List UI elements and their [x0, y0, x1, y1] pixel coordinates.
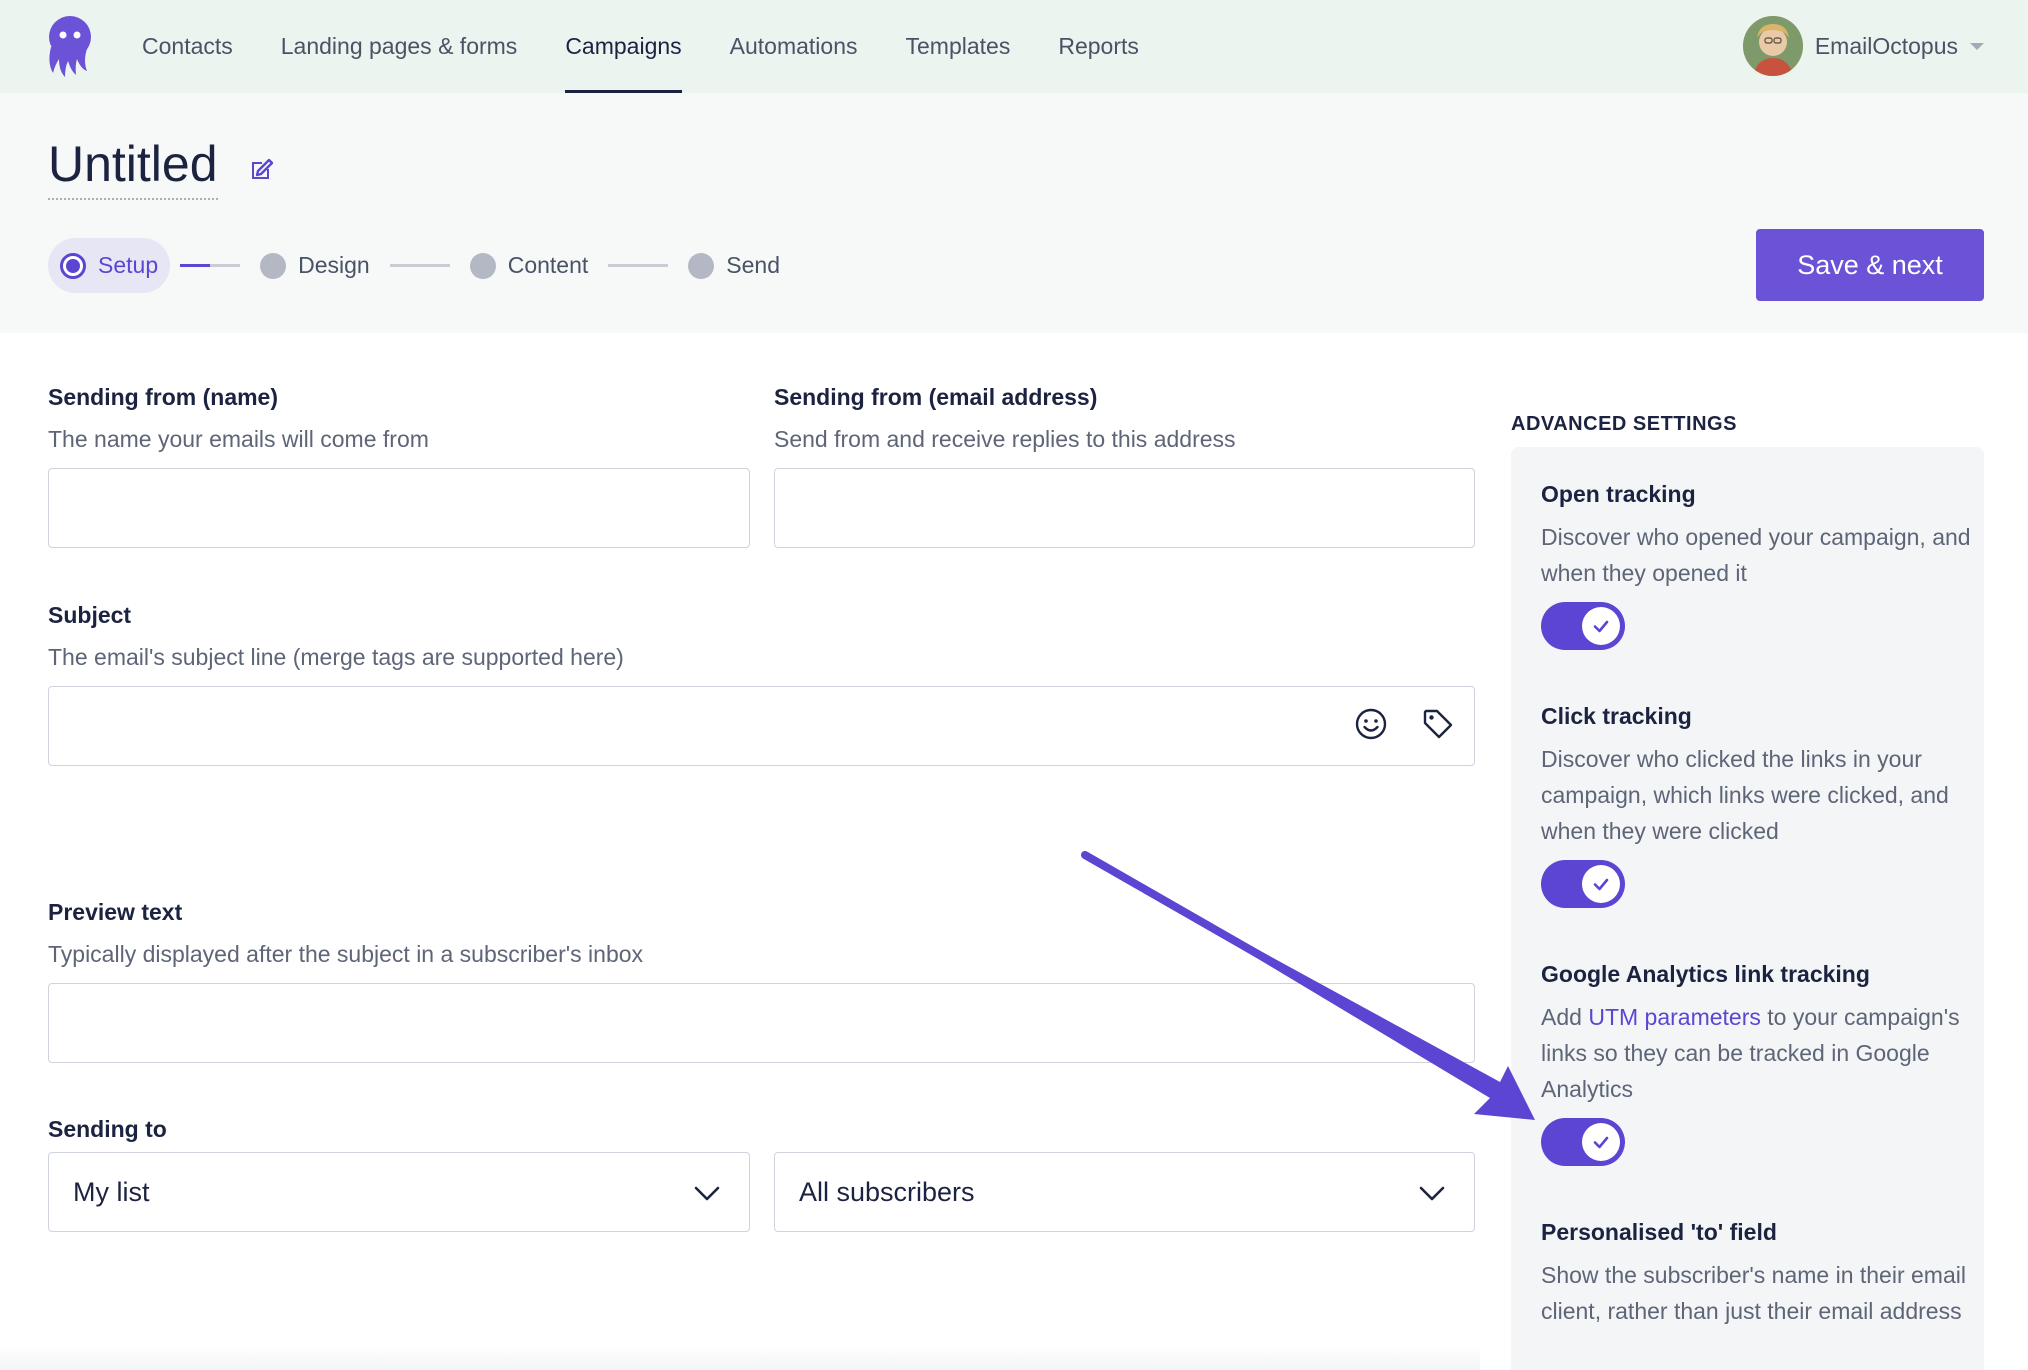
page-bottom-fade [0, 1345, 1480, 1370]
merge-tag-icon[interactable] [1421, 707, 1455, 741]
step-setup[interactable]: Setup [48, 238, 171, 293]
ga-tracking-desc: Add UTM parameters to your campaign's li… [1541, 999, 1971, 1107]
ga-tracking-toggle[interactable] [1541, 1118, 1625, 1166]
from-name-input[interactable] [48, 468, 750, 548]
ga-desc-prefix: Add [1541, 1004, 1589, 1030]
nav-contacts[interactable]: Contacts [142, 0, 233, 93]
chevron-down-icon [1419, 1186, 1445, 1201]
step-design[interactable]: Design [260, 238, 370, 293]
nav-templates[interactable]: Templates [906, 0, 1011, 93]
list-select-value: My list [73, 1176, 150, 1207]
sending-to-label: Sending to [48, 1116, 167, 1142]
top-navigation: Contacts Landing pages & forms Campaigns… [0, 0, 2028, 93]
page-title[interactable]: Untitled [48, 137, 218, 200]
preview-text-help: Typically displayed after the subject in… [48, 941, 644, 967]
nav-automations[interactable]: Automations [730, 0, 858, 93]
step-connector [180, 264, 241, 267]
subject-label: Subject [48, 602, 132, 628]
step-content[interactable]: Content [469, 238, 589, 293]
personalised-to-title: Personalised 'to' field [1541, 1219, 1777, 1245]
nav-campaigns[interactable]: Campaigns [565, 0, 683, 93]
click-tracking-title: Click tracking [1541, 703, 1692, 729]
account-name: EmailOctopus [1814, 32, 1958, 59]
save-next-button[interactable]: Save & next [1756, 229, 1984, 301]
personalised-to-desc: Show the subscriber's name in their emai… [1541, 1262, 1966, 1324]
account-menu[interactable]: EmailOctopus [1742, 15, 1984, 77]
nav-reports[interactable]: Reports [1058, 0, 1139, 93]
campaign-stepper: Setup Design Content Send [48, 238, 780, 293]
step-indicator [260, 252, 287, 279]
list-select[interactable]: My list [48, 1152, 750, 1232]
open-tracking-title: Open tracking [1541, 481, 1696, 507]
emoji-icon[interactable] [1354, 707, 1388, 741]
toggle-knob [1582, 865, 1620, 903]
segment-select[interactable]: All subscribers [774, 1152, 1475, 1232]
title-wrap: Untitled [48, 137, 276, 200]
open-tracking-desc: Discover who opened your campaign, and w… [1541, 524, 1971, 586]
chevron-down-icon [1970, 42, 1984, 50]
check-icon [1593, 620, 1609, 633]
check-icon [1593, 1136, 1609, 1149]
utm-parameters-link[interactable]: UTM parameters [1588, 1004, 1761, 1030]
step-indicator [688, 252, 715, 279]
chevron-down-icon [694, 1186, 720, 1201]
step-connector [389, 264, 450, 267]
toggle-knob [1582, 1123, 1620, 1161]
open-tracking-toggle[interactable] [1541, 602, 1625, 650]
campaign-header: Untitled Setup Design Content Send Save … [0, 93, 2028, 333]
octopus-logo-icon[interactable] [45, 15, 95, 79]
step-label: Design [298, 252, 370, 278]
preview-text-label: Preview text [48, 899, 183, 925]
from-email-help: Send from and receive replies to this ad… [774, 426, 1236, 452]
step-label: Send [726, 252, 780, 278]
subject-help: The email's subject line (merge tags are… [48, 644, 624, 670]
step-label: Content [507, 252, 589, 278]
advanced-settings-heading: ADVANCED SETTINGS [1511, 413, 1737, 435]
step-indicator [60, 252, 86, 279]
step-indicator [469, 252, 496, 279]
toggle-knob [1582, 607, 1620, 645]
avatar [1742, 16, 1803, 76]
step-connector [608, 264, 669, 267]
from-name-label: Sending from (name) [48, 384, 279, 410]
from-name-help: The name your emails will come from [48, 426, 429, 452]
nav-links: Contacts Landing pages & forms Campaigns… [142, 0, 1187, 93]
segment-select-value: All subscribers [799, 1176, 975, 1207]
click-tracking-toggle[interactable] [1541, 860, 1625, 908]
click-tracking-desc: Discover who clicked the links in your c… [1541, 746, 1949, 844]
preview-text-input[interactable] [48, 983, 1475, 1063]
step-send[interactable]: Send [688, 238, 780, 293]
step-label: Setup [98, 252, 159, 278]
nav-landing-pages-forms[interactable]: Landing pages & forms [281, 0, 518, 93]
from-email-input[interactable] [774, 468, 1475, 548]
ga-tracking-title: Google Analytics link tracking [1541, 961, 1870, 987]
from-email-label: Sending from (email address) [774, 384, 1098, 410]
check-icon [1593, 878, 1609, 891]
edit-icon[interactable] [248, 155, 276, 183]
subject-input[interactable] [48, 686, 1475, 766]
